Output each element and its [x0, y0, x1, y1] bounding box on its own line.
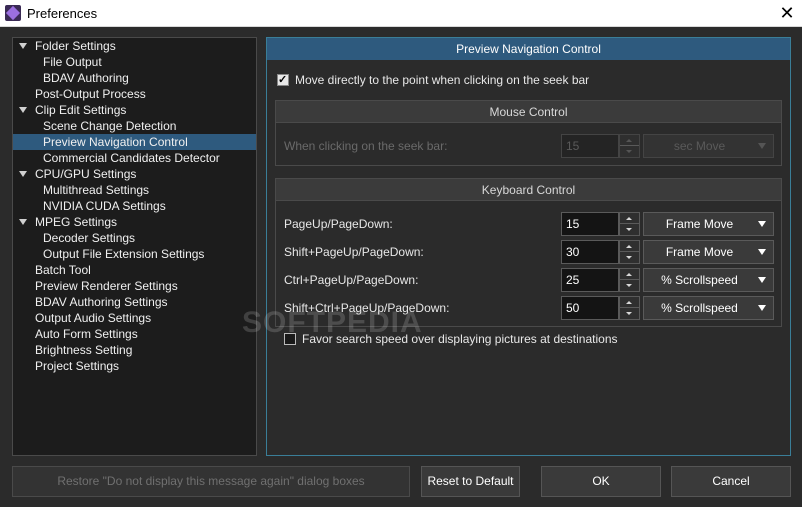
ok-button[interactable]: OK: [541, 466, 661, 497]
chevron-down-icon: [758, 305, 766, 311]
shift-pageupdown-unit-label: Frame Move: [665, 245, 734, 259]
mouse-control-group: Mouse Control When clicking on the seek …: [275, 100, 782, 166]
expand-arrow-icon[interactable]: [19, 107, 27, 113]
tree-item-bdav-authoring-settings[interactable]: BDAV Authoring Settings: [35, 294, 168, 310]
mouse-seek-unit-dropdown[interactable]: sec Move: [643, 134, 774, 158]
keyboard-row-label: Shift+PageUp/PageDown:: [284, 245, 424, 259]
restore-dialogs-button[interactable]: Restore "Do not display this message aga…: [12, 466, 410, 497]
keyboard-row-label: Ctrl+PageUp/PageDown:: [284, 273, 419, 287]
ctrl-pageupdown-stepper[interactable]: 25: [561, 268, 641, 292]
ctrl-pageupdown-unit-label: % Scrollspeed: [661, 273, 738, 287]
mouse-control-title: Mouse Control: [276, 101, 781, 123]
keyboard-row-label: PageUp/PageDown:: [284, 217, 393, 231]
close-icon[interactable]: ✕: [772, 0, 802, 27]
keyboard-control-title: Keyboard Control: [276, 179, 781, 201]
keyboard-control-group: Keyboard Control PageUp/PageDown: 15 Fra…: [275, 178, 782, 327]
seek-bar-checkbox-row[interactable]: Move directly to the point when clicking…: [277, 72, 589, 88]
tree-item-output-file-extension-settings[interactable]: Output File Extension Settings: [43, 246, 204, 262]
shift-pageupdown-unit-dropdown[interactable]: Frame Move: [643, 240, 774, 264]
tree-item-auto-form-settings[interactable]: Auto Form Settings: [35, 326, 138, 342]
window-title: Preferences: [27, 6, 98, 21]
mouse-seek-unit-label: sec Move: [673, 139, 726, 153]
tree-item-nvidia-cuda-settings[interactable]: NVIDIA CUDA Settings: [43, 198, 166, 214]
mouse-seek-stepper[interactable]: 15: [561, 134, 641, 158]
mouse-seek-label: When clicking on the seek bar:: [284, 139, 448, 153]
watermark: SOFTPEDIA: [242, 306, 423, 339]
shift-pageupdown-stepper[interactable]: 30: [561, 240, 641, 264]
stepper-up-icon[interactable]: [620, 269, 639, 280]
keyboard-row: Shift+PageUp/PageDown: 30 Frame Move: [284, 240, 774, 264]
mouse-seek-row: When clicking on the seek bar: 15 sec Mo…: [284, 134, 774, 158]
shift-ctrl-pageupdown-unit-label: % Scrollspeed: [661, 301, 738, 315]
pageupdown-unit-dropdown[interactable]: Frame Move: [643, 212, 774, 236]
pageupdown-stepper[interactable]: 15: [561, 212, 641, 236]
shift-ctrl-pageupdown-stepper[interactable]: 50: [561, 296, 641, 320]
shift-ctrl-pageupdown-value[interactable]: 50: [561, 296, 619, 320]
stepper-down-icon[interactable]: [620, 280, 639, 291]
preview-navigation-panel: Preview Navigation Control Move directly…: [266, 37, 791, 456]
shift-ctrl-pageupdown-unit-dropdown[interactable]: % Scrollspeed: [643, 296, 774, 320]
tree-item-project-settings[interactable]: Project Settings: [35, 358, 119, 374]
tree-item-clip-edit-settings[interactable]: Clip Edit Settings: [35, 102, 126, 118]
pageupdown-unit-label: Frame Move: [665, 217, 734, 231]
keyboard-row: Ctrl+PageUp/PageDown: 25 % Scrollspeed: [284, 268, 774, 292]
expand-arrow-icon[interactable]: [19, 43, 27, 49]
tree-item-decoder-settings[interactable]: Decoder Settings: [43, 230, 135, 246]
expand-arrow-icon[interactable]: [19, 219, 27, 225]
keyboard-row: PageUp/PageDown: 15 Frame Move: [284, 212, 774, 236]
tree-item-bdav-authoring[interactable]: BDAV Authoring: [43, 70, 129, 86]
stepper-up-icon[interactable]: [620, 135, 639, 146]
panel-title: Preview Navigation Control: [267, 38, 790, 60]
tree-item-cpu-gpu-settings[interactable]: CPU/GPU Settings: [35, 166, 136, 182]
chevron-down-icon: [758, 221, 766, 227]
stepper-up-icon[interactable]: [620, 213, 639, 224]
stepper-down-icon[interactable]: [620, 252, 639, 263]
shift-pageupdown-value[interactable]: 30: [561, 240, 619, 264]
stepper-down-icon[interactable]: [620, 224, 639, 235]
tree-item-commercial-candidates-detector[interactable]: Commercial Candidates Detector: [43, 150, 220, 166]
cancel-button[interactable]: Cancel: [671, 466, 791, 497]
stepper-up-icon[interactable]: [620, 297, 639, 308]
tree-item-mpeg-settings[interactable]: MPEG Settings: [35, 214, 117, 230]
stepper-down-icon[interactable]: [620, 146, 639, 157]
tree-item-multithread-settings[interactable]: Multithread Settings: [43, 182, 149, 198]
tree-item-folder-settings[interactable]: Folder Settings: [35, 38, 116, 54]
app-icon: [5, 5, 21, 21]
stepper-down-icon[interactable]: [620, 308, 639, 319]
expand-arrow-icon[interactable]: [19, 171, 27, 177]
reset-to-default-button[interactable]: Reset to Default: [421, 466, 520, 497]
tree-item-file-output[interactable]: File Output: [43, 54, 102, 70]
tree-item-batch-tool[interactable]: Batch Tool: [35, 262, 91, 278]
tree-item-scene-change-detection[interactable]: Scene Change Detection: [43, 118, 176, 134]
chevron-down-icon: [758, 143, 766, 149]
chevron-down-icon: [758, 249, 766, 255]
settings-tree: Folder Settings File Output BDAV Authori…: [12, 37, 257, 456]
tree-item-output-audio-settings[interactable]: Output Audio Settings: [35, 310, 151, 326]
pageupdown-value[interactable]: 15: [561, 212, 619, 236]
tree-item-brightness-setting[interactable]: Brightness Setting: [35, 342, 132, 358]
seek-bar-checkbox-label: Move directly to the point when clicking…: [295, 73, 590, 87]
tree-item-preview-renderer-settings[interactable]: Preview Renderer Settings: [35, 278, 178, 294]
ctrl-pageupdown-unit-dropdown[interactable]: % Scrollspeed: [643, 268, 774, 292]
stepper-up-icon[interactable]: [620, 241, 639, 252]
title-bar: Preferences ✕: [0, 0, 802, 27]
seek-bar-checkbox[interactable]: [277, 73, 289, 86]
tree-item-post-output-process[interactable]: Post-Output Process: [35, 86, 146, 102]
mouse-seek-value[interactable]: 15: [561, 134, 619, 158]
tree-item-preview-navigation-control[interactable]: Preview Navigation Control: [13, 134, 256, 150]
ctrl-pageupdown-value[interactable]: 25: [561, 268, 619, 292]
chevron-down-icon: [758, 277, 766, 283]
